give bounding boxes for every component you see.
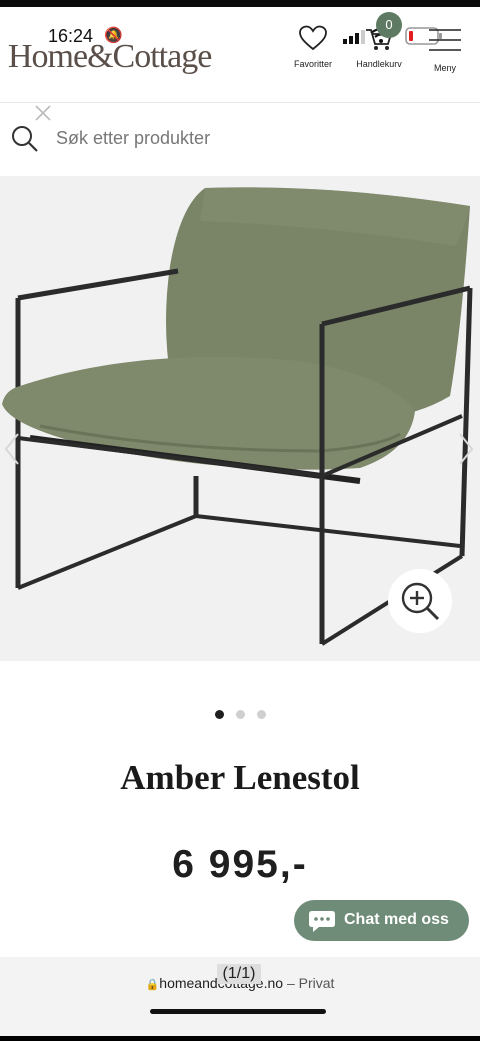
tab-counter: (1/1) xyxy=(217,964,261,984)
cart-label: Handlekurv xyxy=(356,59,402,69)
search-icon xyxy=(12,126,38,152)
private-mode-label: Privat xyxy=(298,975,335,991)
chat-label: Chat med oss xyxy=(344,911,449,928)
favorites-button[interactable]: Favoritter xyxy=(278,24,348,69)
top-edge xyxy=(0,0,480,7)
zoom-in-icon xyxy=(401,582,440,621)
zoom-button[interactable] xyxy=(388,569,452,633)
home-indicator[interactable] xyxy=(150,1009,326,1014)
menu-button[interactable]: Meny xyxy=(410,24,480,73)
heart-icon xyxy=(299,25,327,51)
lock-icon: 🔒 xyxy=(145,979,160,991)
chat-bubble-icon xyxy=(309,911,335,932)
menu-label: Meny xyxy=(433,63,456,73)
clear-search-icon[interactable] xyxy=(34,104,52,122)
address-separator: – xyxy=(286,975,295,991)
carousel-dot[interactable] xyxy=(214,710,224,719)
bottom-edge xyxy=(0,1036,480,1041)
chat-button[interactable]: Chat med oss xyxy=(294,900,469,941)
search-input[interactable]: Søk etter produkter xyxy=(56,128,210,149)
cart-count-badge: 0 xyxy=(376,12,402,38)
carousel-pagination xyxy=(0,706,480,724)
favorites-label: Favoritter xyxy=(293,59,332,69)
carousel-dot[interactable] xyxy=(235,710,245,719)
next-image-icon[interactable] xyxy=(458,432,474,466)
hamburger-icon xyxy=(429,29,461,51)
site-logo[interactable]: Home&Cottage xyxy=(8,38,212,76)
previous-image-icon[interactable] xyxy=(4,432,20,466)
product-price: 6 995,- xyxy=(172,843,308,886)
carousel-dot[interactable] xyxy=(256,710,266,719)
product-title: Amber Lenestol xyxy=(120,758,360,797)
